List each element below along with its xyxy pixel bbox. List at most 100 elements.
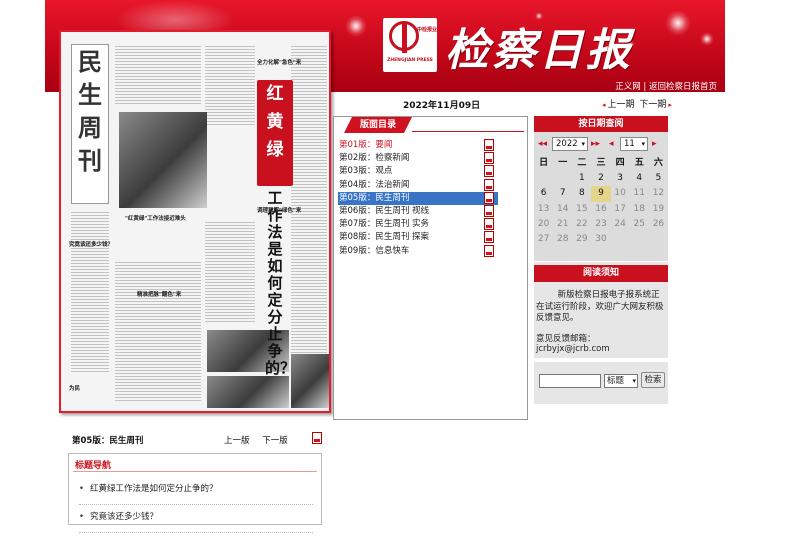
divider	[73, 471, 317, 472]
month-select[interactable]: 11 ▾	[620, 137, 648, 151]
page-item[interactable]: 第07版：民生周刊 实务	[338, 218, 498, 231]
pdf-icon[interactable]	[484, 178, 494, 191]
caption-bottom: 为民	[69, 386, 81, 392]
prev-month-icon[interactable]: ◂	[609, 137, 614, 151]
link-back-home[interactable]: 返回检察日报首页	[649, 82, 717, 92]
search-button[interactable]: 检索	[641, 372, 665, 388]
calendar-day[interactable]: 19	[649, 202, 668, 217]
calendar-day[interactable]: 30	[591, 232, 610, 247]
page-item-selected[interactable]: 第05版：民生周刊	[338, 191, 498, 205]
search-field-select[interactable]: 标题 ▾	[604, 374, 638, 388]
week-row: 12345	[534, 171, 668, 186]
pdf-icon[interactable]	[484, 191, 494, 204]
search-input[interactable]	[539, 374, 601, 388]
pdf-icon[interactable]	[484, 152, 494, 165]
page-item[interactable]: 第02版：检察新闻	[338, 152, 498, 165]
search-panel: 标题 ▾ 检索	[534, 362, 668, 404]
section-char: 民	[72, 45, 108, 78]
calendar-day[interactable]: 9	[591, 186, 611, 202]
feedback-email[interactable]: 意见反馈邮箱：jcrbyjx@jcrb.com	[536, 332, 668, 354]
pdf-icon[interactable]	[312, 432, 322, 447]
chevron-down-icon: ▾	[641, 140, 645, 148]
page-item[interactable]: 第04版：法治新闻	[338, 179, 498, 192]
headline-navigation-title: 标题导航	[75, 461, 112, 471]
article-photo	[119, 112, 207, 208]
divider	[412, 131, 524, 132]
pdf-icon[interactable]	[484, 165, 494, 178]
next-year-icon[interactable]: ▸▸	[591, 137, 600, 151]
page-item[interactable]: 第06版：民生周刊 视线	[338, 205, 498, 218]
calendar-day[interactable]: 8	[572, 186, 591, 201]
page-thumbnail[interactable]: 民 生 周 刊 红 黄 绿 工作法是如何定分止争的？ 全力化解"急色"来 "红黄…	[59, 30, 331, 413]
calendar-day[interactable]: 18	[630, 202, 649, 217]
calendar-day[interactable]: 27	[534, 232, 553, 247]
calendar-day[interactable]: 11	[630, 186, 649, 201]
weekday-label: 一	[558, 158, 568, 168]
calendar-day[interactable]: 15	[572, 202, 591, 217]
calendar-empty	[611, 232, 630, 247]
calendar-day[interactable]: 3	[611, 171, 630, 186]
pdf-icon[interactable]	[484, 218, 494, 231]
headline-char: 黄	[266, 112, 284, 132]
headline-list: 红黄绿工作法是如何定分止争的？ 究竟该还多少钱？	[79, 483, 313, 533]
calendar-day[interactable]: 16	[591, 202, 610, 217]
year-select[interactable]: 2022 ▾	[552, 137, 588, 151]
link-zhengyiwang[interactable]: 正义网	[615, 82, 641, 92]
calendar-day[interactable]: 14	[553, 202, 572, 217]
headline-item[interactable]: 究竟该还多少钱？	[79, 511, 313, 533]
page-directory-title: 版面目录	[344, 117, 412, 133]
calendar-empty	[649, 232, 668, 247]
calendar-day[interactable]: 26	[649, 217, 668, 232]
page-item[interactable]: 第08版：民生周刊 探案	[338, 231, 498, 244]
headline-red-block: 红 黄 绿	[257, 80, 293, 186]
next-month-icon[interactable]: ▸	[652, 137, 657, 151]
calendar-day[interactable]: 25	[630, 217, 649, 232]
calendar-day[interactable]: 13	[534, 202, 553, 217]
caption-top: 全力化解"急色"来	[257, 60, 302, 66]
calendar-day[interactable]: 4	[630, 171, 649, 186]
calendar-day[interactable]: 24	[611, 217, 630, 232]
next-issue-icon: ▸	[668, 101, 672, 109]
calendar-day[interactable]: 5	[649, 171, 668, 186]
calendar-day[interactable]: 10	[611, 186, 630, 201]
pdf-icon[interactable]	[484, 231, 494, 244]
press-logo: 中检报业 ZHENGJIAN PRESS	[383, 18, 437, 72]
prev-issue-link[interactable]: 上一期	[608, 100, 635, 110]
calendar-day[interactable]: 20	[534, 217, 553, 232]
weekday-label: 三	[596, 158, 606, 168]
page-item[interactable]: 第01版：要闻	[338, 139, 498, 152]
headline-item[interactable]: 红黄绿工作法是如何定分止争的？	[79, 483, 313, 505]
calendar-day[interactable]: 29	[572, 232, 591, 247]
headline-char: 红	[266, 84, 284, 104]
page-item[interactable]: 第09版：信息快车	[338, 245, 498, 258]
calendar-grid: 日一二三四五六 1 2 3 4 5 6 7 8 9 10 11 12 13 14 15 16 17 18 19 20 21…	[534, 156, 668, 247]
calendar-day[interactable]: 6	[534, 186, 553, 201]
prev-page-link[interactable]: 上一版	[224, 436, 250, 446]
logo-english-text: ZHENGJIAN PRESS	[387, 58, 433, 63]
pdf-icon[interactable]	[484, 244, 494, 257]
weekday-row: 日一二三四五六	[534, 156, 668, 171]
text-column	[205, 222, 255, 322]
text-column	[115, 46, 201, 106]
logo-small-text: 中检报业	[417, 27, 438, 33]
article-photo	[207, 376, 289, 408]
prev-year-icon[interactable]: ◂◂	[538, 137, 547, 151]
next-page-link[interactable]: 下一版	[262, 436, 288, 446]
epaper-page: 中检报业 ZHENGJIAN PRESS 检察日报 正义网 | 返回检察日报首页…	[0, 0, 800, 540]
calendar-day[interactable]: 1	[572, 171, 591, 186]
calendar-day[interactable]: 23	[591, 217, 610, 232]
next-issue-link[interactable]: 下一期	[639, 100, 666, 110]
sparkle-decoration	[665, 10, 691, 36]
calendar-day[interactable]: 17	[611, 202, 630, 217]
calendar-day[interactable]: 21	[553, 217, 572, 232]
calendar-empty	[553, 171, 572, 186]
pdf-icon[interactable]	[484, 139, 494, 151]
calendar-day[interactable]: 28	[553, 232, 572, 247]
pdf-icon[interactable]	[484, 204, 494, 217]
calendar-day[interactable]: 2	[591, 171, 610, 186]
calendar-day[interactable]: 12	[649, 186, 668, 201]
page-item[interactable]: 第03版：观点	[338, 165, 498, 178]
notice-text: 新版检察日报电子报系统正在试运行阶段，欢迎广大网友积极反馈意见。	[536, 290, 666, 325]
calendar-day[interactable]: 7	[553, 186, 572, 201]
calendar-day[interactable]: 22	[572, 217, 591, 232]
